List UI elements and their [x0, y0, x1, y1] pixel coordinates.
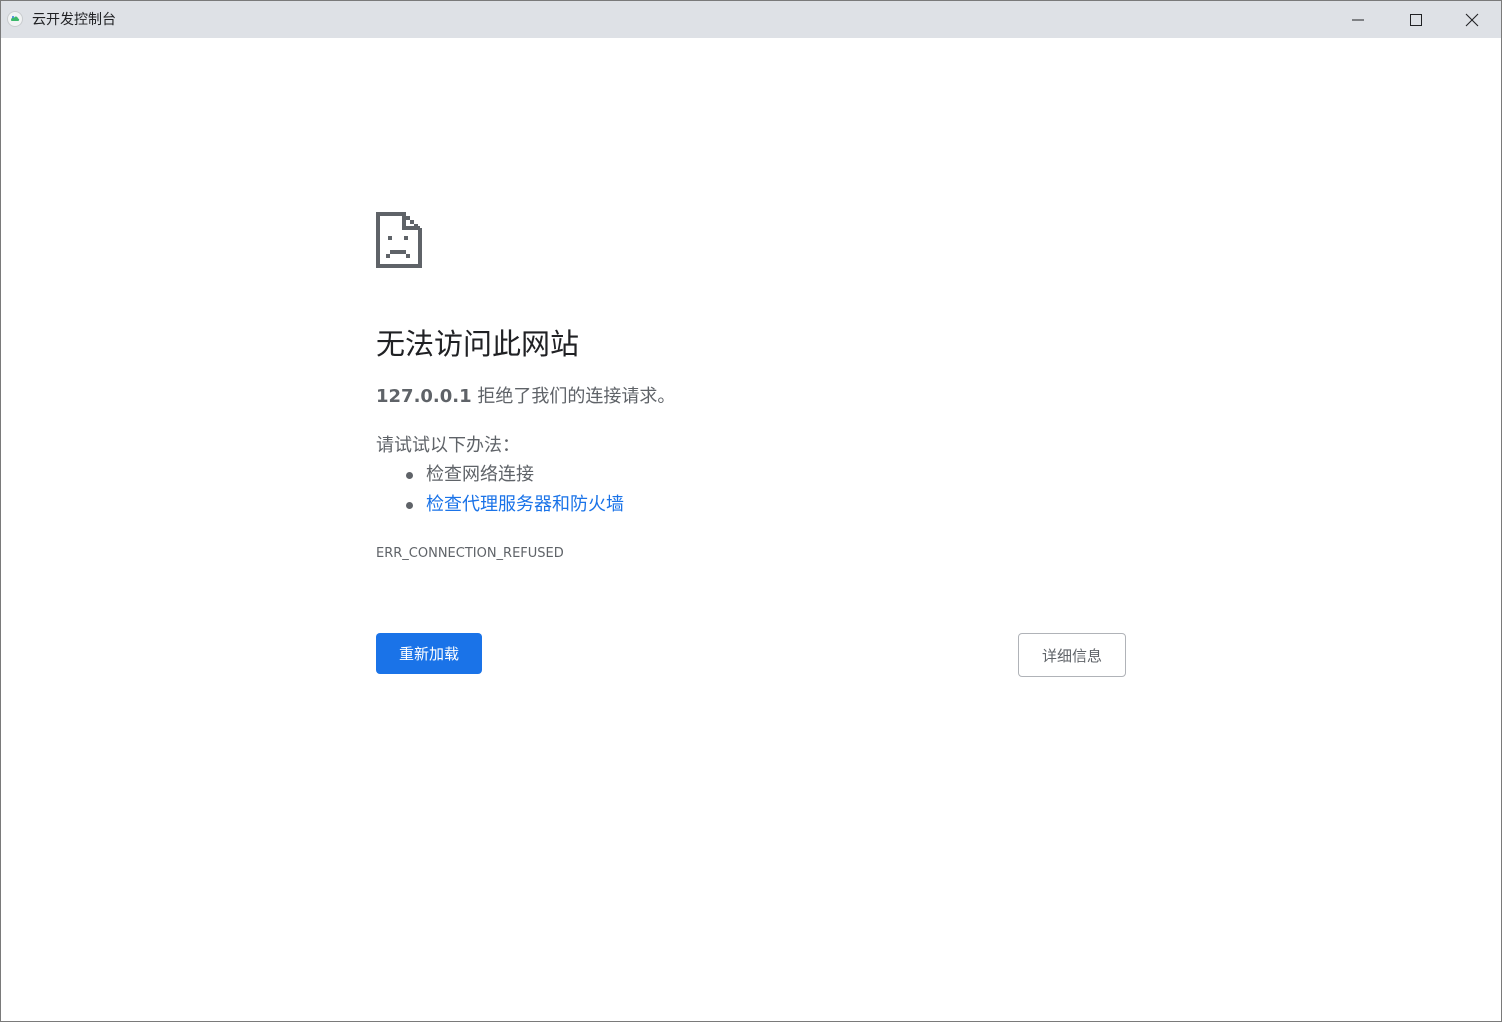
- details-button[interactable]: 详细信息: [1018, 633, 1126, 677]
- reload-button[interactable]: 重新加载: [376, 633, 482, 674]
- suggestion-check-network: 检查网络连接: [426, 464, 534, 485]
- maximize-icon: [1410, 13, 1422, 26]
- maximize-button[interactable]: [1387, 1, 1445, 38]
- minimize-button[interactable]: [1329, 1, 1387, 38]
- minimize-icon: [1352, 19, 1364, 20]
- close-button[interactable]: [1443, 1, 1501, 38]
- bullet-icon: [406, 472, 413, 479]
- error-message: 127.0.0.1 拒绝了我们的连接请求。: [376, 384, 675, 410]
- suggestion-check-proxy-link[interactable]: 检查代理服务器和防火墙: [426, 494, 624, 515]
- host-address: 127.0.0.1: [376, 386, 472, 407]
- error-message-text: 拒绝了我们的连接请求。: [471, 386, 676, 407]
- browser-window: 云开发控制台 无法访问此网站 127.0.0.1 拒绝了我们的连接请求。 请试试…: [0, 0, 1502, 1022]
- error-heading: 无法访问此网站: [376, 327, 580, 361]
- close-icon: [1465, 13, 1479, 26]
- error-code: ERR_CONNECTION_REFUSED: [376, 546, 564, 561]
- sad-document-icon: [376, 212, 422, 268]
- try-label: 请试试以下办法：: [376, 435, 520, 456]
- bullet-icon: [406, 502, 413, 509]
- window-title: 云开发控制台: [32, 12, 116, 28]
- suggestion-list: 检查网络连接 检查代理服务器和防火墙: [376, 462, 624, 522]
- title-bar[interactable]: 云开发控制台: [1, 1, 1501, 38]
- list-item: 检查网络连接: [376, 462, 624, 492]
- list-item: 检查代理服务器和防火墙: [376, 492, 624, 522]
- app-icon: [7, 11, 23, 27]
